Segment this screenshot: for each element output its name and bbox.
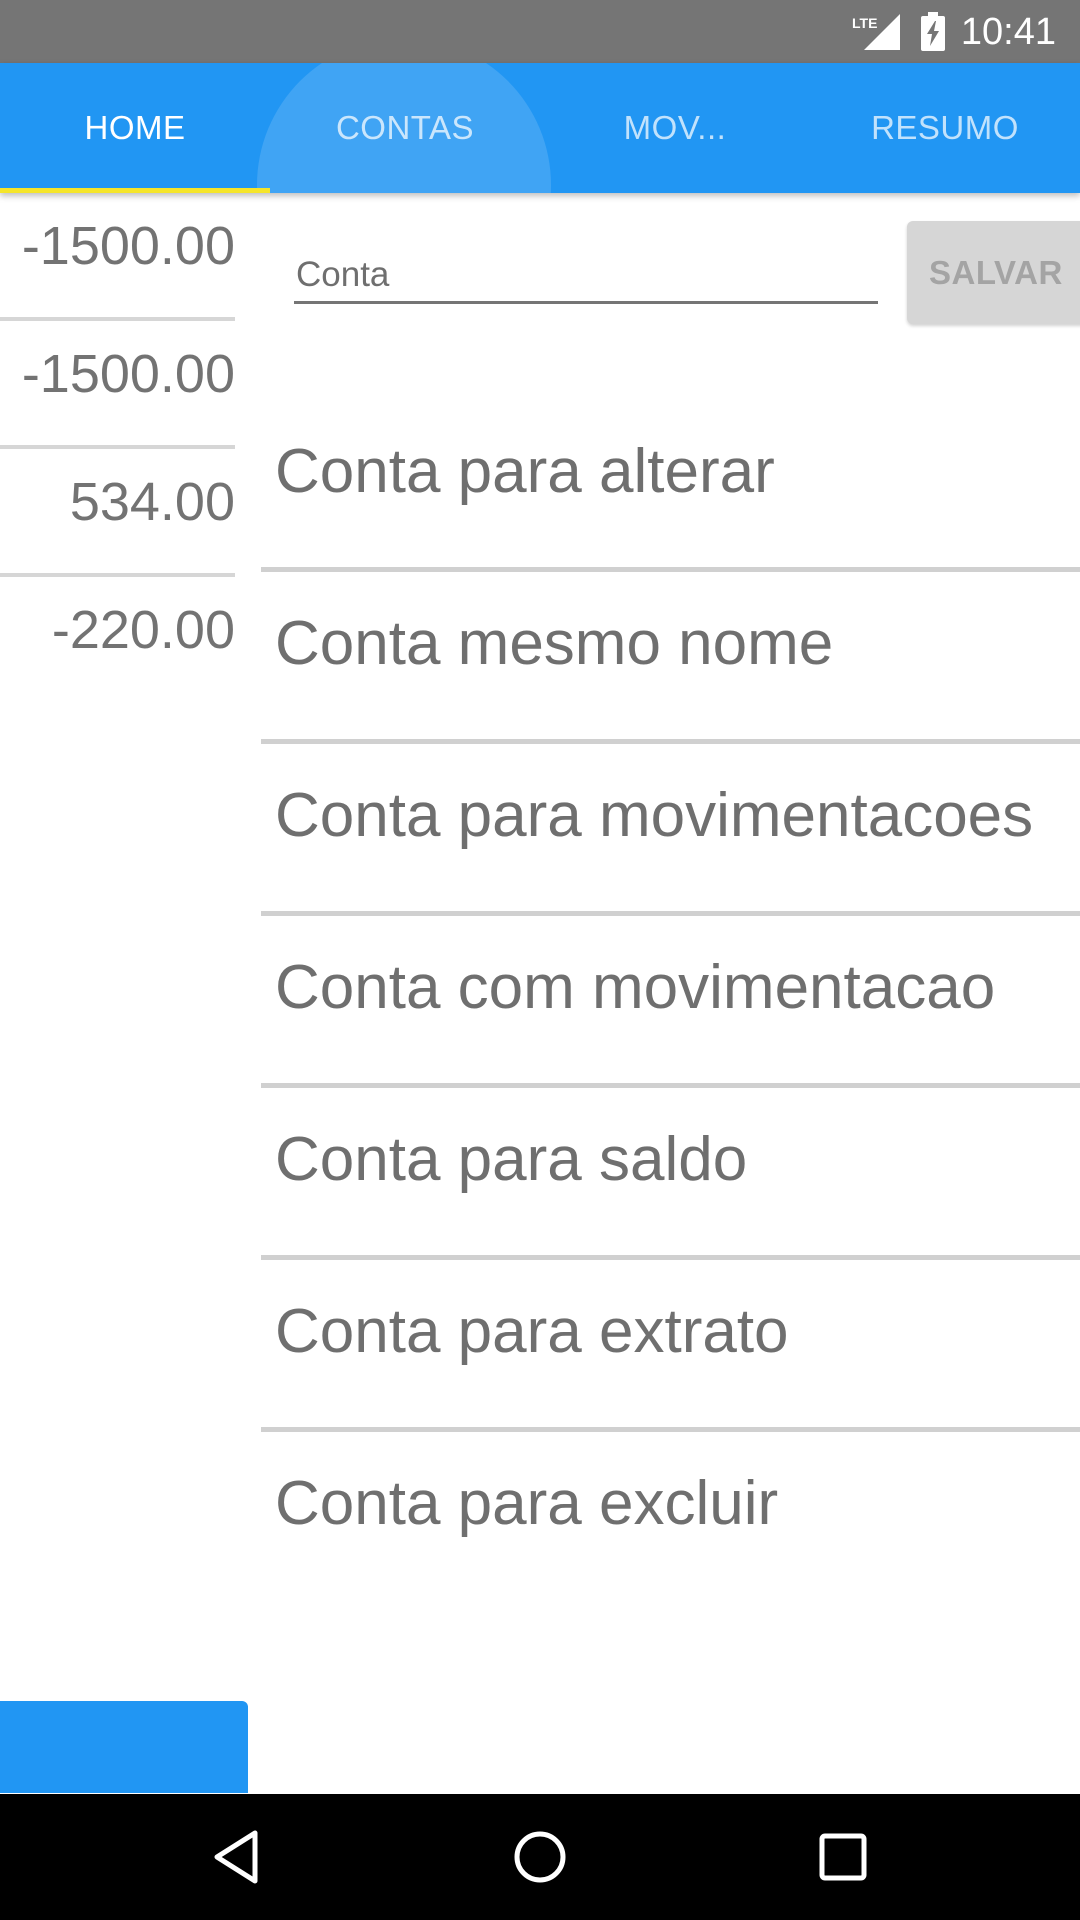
accounts-list: Conta para alterar Conta mesmo nome Cont… — [261, 400, 1080, 1604]
save-button[interactable]: SALVAR — [907, 221, 1080, 324]
lte-signal-icon: LTE — [852, 14, 900, 50]
account-name: Conta para excluir — [275, 1469, 779, 1538]
tab-contas[interactable]: CONTAS — [270, 63, 540, 193]
left-action-button[interactable] — [0, 1701, 248, 1793]
status-bar: LTE 10:41 — [0, 0, 1080, 63]
account-list-item[interactable]: Conta mesmo nome — [261, 572, 1080, 744]
account-name: Conta para extrato — [275, 1297, 789, 1366]
balance-row[interactable]: -220.00 — [0, 577, 235, 705]
balance-value: -1500.00 — [21, 216, 235, 276]
account-name: Conta para saldo — [275, 1125, 748, 1194]
account-name: Conta para movimentacoes — [275, 781, 1034, 850]
back-icon[interactable] — [207, 1827, 267, 1887]
tab-indicator — [0, 188, 270, 193]
balances-list: -1500.00 -1500.00 534.00 -220.00 — [0, 193, 235, 705]
account-name: Conta com movimentacao — [275, 953, 996, 1022]
balance-value: 534.00 — [69, 472, 235, 532]
account-list-item[interactable]: Conta para saldo — [261, 1088, 1080, 1260]
account-list-item[interactable]: Conta para excluir — [261, 1432, 1080, 1604]
tab-bar: HOME CONTAS MOV... RESUMO — [0, 63, 1080, 193]
balance-row[interactable]: -1500.00 — [0, 193, 235, 321]
tab-movimentacoes[interactable]: MOV... — [540, 63, 810, 193]
status-clock: 10:41 — [960, 11, 1056, 53]
account-list-item[interactable]: Conta com movimentacao — [261, 916, 1080, 1088]
balance-row[interactable]: 534.00 — [0, 449, 235, 577]
balance-value: -220.00 — [51, 600, 235, 660]
battery-charging-icon — [921, 12, 945, 51]
svg-text:LTE: LTE — [852, 15, 877, 31]
tab-home[interactable]: HOME — [0, 63, 270, 193]
balance-row[interactable]: -1500.00 — [0, 321, 235, 449]
account-name: Conta para alterar — [275, 437, 775, 506]
account-name-input[interactable] — [294, 240, 878, 304]
tab-resumo[interactable]: RESUMO — [810, 63, 1080, 193]
account-list-item[interactable]: Conta para extrato — [261, 1260, 1080, 1432]
account-list-item[interactable]: Conta para movimentacoes — [261, 744, 1080, 916]
screen: LTE 10:41 HOME CONTAS MOV... RESUMO -150… — [0, 0, 1080, 1920]
account-list-item[interactable]: Conta para alterar — [261, 400, 1080, 572]
home-icon[interactable] — [510, 1827, 570, 1887]
recents-icon[interactable] — [813, 1827, 873, 1887]
balance-value: -1500.00 — [21, 344, 235, 404]
navigation-bar — [0, 1794, 1080, 1920]
account-name: Conta mesmo nome — [275, 609, 834, 678]
